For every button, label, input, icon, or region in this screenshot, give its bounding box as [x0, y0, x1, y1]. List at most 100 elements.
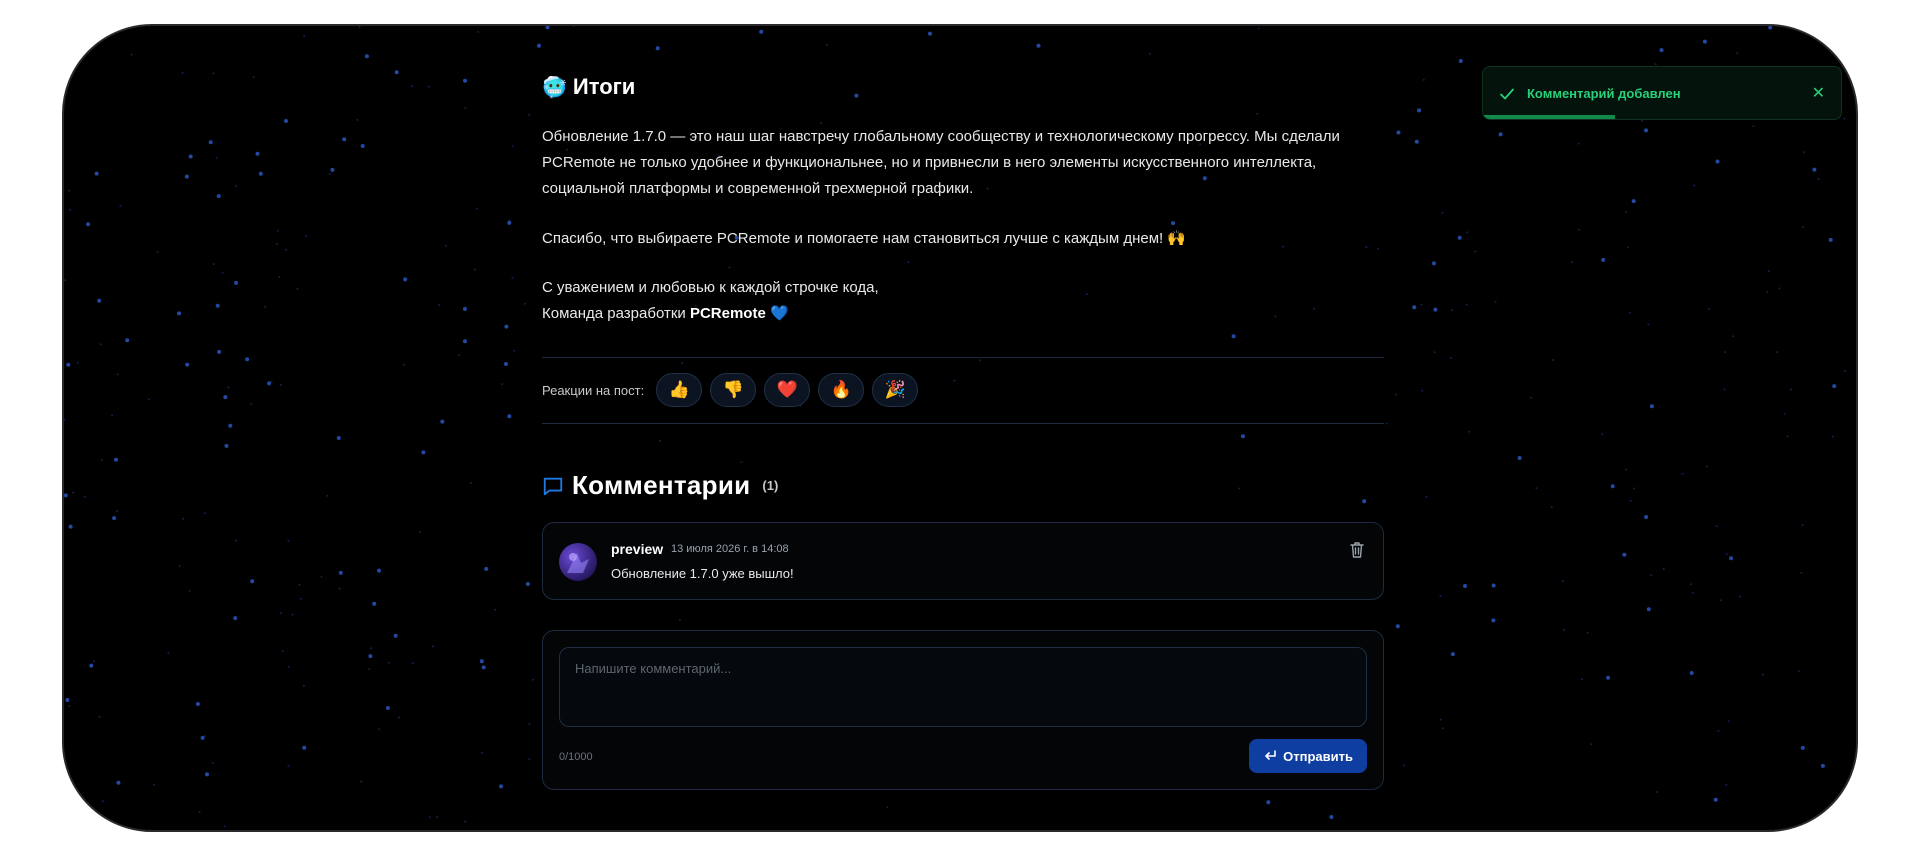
star-dot: [886, 806, 889, 809]
star-dot: [1329, 815, 1334, 819]
star-dot: [216, 194, 221, 199]
star-dot: [572, 26, 575, 27]
star-dot: [1817, 178, 1820, 181]
star-dot: [369, 647, 372, 650]
star-dot: [125, 338, 130, 343]
star-dot: [1231, 334, 1236, 339]
star-dot: [1732, 335, 1735, 338]
star-dot: [1705, 465, 1708, 468]
comment-input[interactable]: [559, 647, 1367, 727]
trash-icon[interactable]: [1349, 541, 1365, 559]
star-dot: [1552, 359, 1554, 361]
toast-message: Комментарий добавлен: [1527, 86, 1681, 101]
star-dot: [1610, 484, 1615, 489]
star-dot: [368, 668, 371, 671]
star-dot: [402, 363, 405, 366]
summary-paragraph: Обновление 1.7.0 — это наш шаг навстречу…: [542, 128, 1340, 197]
reaction-thumbs-down-button[interactable]: 👎: [710, 373, 757, 407]
star-dot: [1441, 211, 1444, 214]
star-dot: [458, 354, 461, 357]
star-dot: [338, 570, 343, 575]
star-dot: [264, 305, 267, 308]
star-dot: [97, 298, 102, 303]
star-dot: [1256, 112, 1259, 115]
star-dot: [1691, 591, 1694, 594]
star-dot: [99, 820, 104, 825]
star-dot: [277, 229, 279, 232]
star-dot: [438, 304, 440, 306]
star-dot: [411, 662, 414, 665]
star-dot: [258, 171, 263, 176]
star-dot: [501, 383, 504, 386]
reaction-thumbs-up-button[interactable]: 👍: [656, 373, 703, 407]
star-dot: [1580, 678, 1583, 681]
star-dot: [130, 53, 133, 56]
toast-progress-bar: [1483, 115, 1616, 119]
star-dot: [511, 145, 514, 148]
comment-date: 13 июля 2026 г. в 14:08: [671, 543, 789, 555]
star-dot: [1641, 119, 1643, 122]
star-dot: [444, 244, 447, 247]
submit-comment-button[interactable]: Отправить: [1249, 739, 1367, 773]
star-dot: [287, 765, 290, 768]
star-dot: [1797, 670, 1800, 673]
star-dot: [1171, 221, 1175, 226]
star-dot: [499, 784, 504, 789]
star-dot: [655, 46, 660, 51]
star-dot: [431, 645, 434, 648]
star-dot: [1577, 142, 1580, 145]
star-dot: [98, 715, 101, 718]
star-dot: [1633, 487, 1635, 490]
star-dot: [1723, 351, 1726, 354]
comment-form: 0/1000 Отправить: [542, 630, 1384, 790]
submit-label: Отправить: [1283, 748, 1353, 764]
star-dot: [111, 414, 114, 417]
comment-text: Обновление 1.7.0 уже вышло!: [611, 566, 794, 581]
star-dot: [228, 423, 233, 428]
star-dot: [1451, 309, 1453, 312]
star-dot: [1647, 323, 1650, 326]
star-dot: [360, 144, 365, 148]
star-dot: [1800, 571, 1803, 574]
star-dot: [177, 311, 182, 316]
star-dot: [76, 361, 79, 364]
star-dot: [298, 583, 301, 586]
star-dot: [278, 276, 281, 278]
reaction-heart-button[interactable]: ❤️: [764, 373, 811, 407]
star-dot: [1450, 652, 1455, 657]
star-dot: [1362, 499, 1367, 504]
star-dot: [1571, 261, 1574, 264]
star-dot: [463, 78, 467, 83]
star-dot: [1644, 515, 1649, 519]
star-dot: [1590, 743, 1593, 746]
star-dot: [953, 379, 956, 382]
star-dot: [360, 780, 363, 783]
star-dot: [1766, 291, 1769, 294]
reaction-party-button[interactable]: 🎉: [872, 373, 919, 407]
star-dot: [65, 698, 70, 702]
star-dot: [156, 250, 159, 253]
star-dot: [1776, 351, 1779, 354]
signoff-emoji: 💙: [769, 305, 789, 322]
close-icon[interactable]: ✕: [1812, 83, 1825, 103]
star-dot: [507, 220, 512, 225]
star-dot: [531, 678, 534, 681]
star-dot: [411, 85, 414, 87]
star-dot: [1832, 384, 1837, 389]
star-dot: [1624, 210, 1627, 213]
star-dot: [907, 261, 910, 263]
star-dot: [854, 93, 859, 98]
star-dot: [223, 825, 226, 828]
star-dot: [1377, 247, 1379, 250]
star-dot: [1629, 311, 1632, 314]
star-dot: [1148, 52, 1151, 55]
star-dot: [1778, 287, 1781, 290]
star-dot: [69, 815, 72, 818]
star-dot: [188, 154, 193, 159]
star-dot: [494, 608, 497, 611]
comment-author[interactable]: preview: [611, 541, 663, 557]
reaction-fire-button[interactable]: 🔥: [818, 373, 865, 407]
star-dot: [1491, 583, 1496, 588]
star-dot: [336, 436, 341, 440]
star-dot: [1563, 628, 1566, 631]
